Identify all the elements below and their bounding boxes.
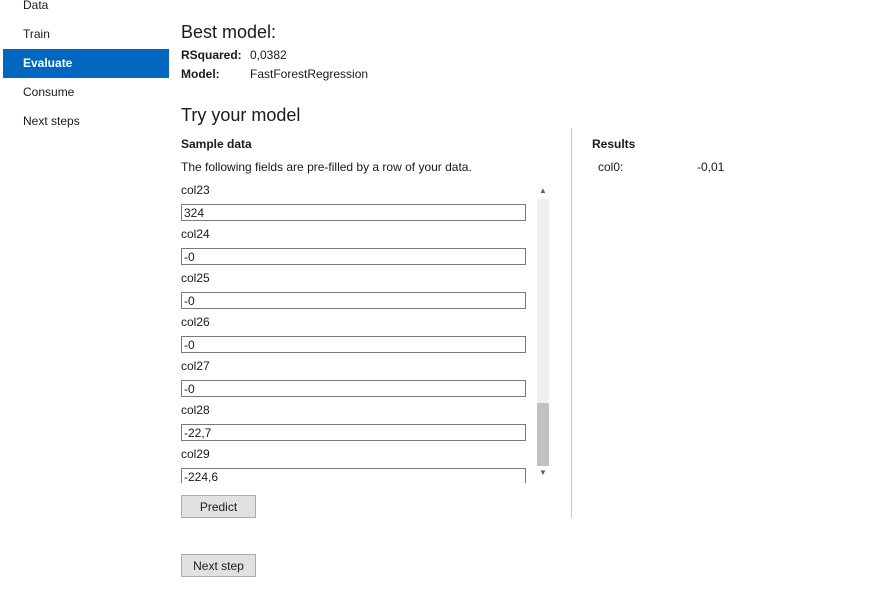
results-title: Results xyxy=(592,137,636,151)
sidebar-item-train[interactable]: Train xyxy=(3,20,169,49)
model-label: Model: xyxy=(181,67,220,81)
try-model-title: Try your model xyxy=(181,105,301,125)
sidebar-item-data[interactable]: Data xyxy=(3,0,169,20)
scroll-up-arrow-icon[interactable]: ▲ xyxy=(535,183,551,199)
field-label: col24 xyxy=(181,227,210,241)
sidebar-item-label: Train xyxy=(23,27,50,41)
sidebar-item-label: Data xyxy=(23,0,49,12)
rsquared-value: 0,0382 xyxy=(250,48,287,62)
sidebar-item-evaluate[interactable]: Evaluate xyxy=(3,49,169,78)
col29-input[interactable] xyxy=(181,468,526,483)
sidebar-item-next-steps[interactable]: Next steps xyxy=(3,107,169,136)
scroll-down-arrow-icon[interactable]: ▼ xyxy=(535,465,551,481)
field-label: col25 xyxy=(181,271,210,285)
fields-scrollbar[interactable]: ▲ ▼ xyxy=(535,181,551,483)
col27-input[interactable] xyxy=(181,380,526,397)
scroll-thumb[interactable] xyxy=(537,403,549,466)
col26-input[interactable] xyxy=(181,336,526,353)
sidebar-item-consume[interactable]: Consume xyxy=(3,78,169,107)
predict-button[interactable]: Predict xyxy=(181,495,256,518)
col28-input[interactable] xyxy=(181,424,526,441)
col23-input[interactable] xyxy=(181,204,526,221)
model-value: FastForestRegression xyxy=(250,67,369,81)
field-label: col29 xyxy=(181,447,210,461)
results-divider xyxy=(571,128,572,518)
field-label: col23 xyxy=(181,183,210,197)
col25-input[interactable] xyxy=(181,292,526,309)
next-step-button[interactable]: Next step xyxy=(181,554,256,577)
field-label: col27 xyxy=(181,359,210,373)
app-window: Data Train Evaluate Consume Next steps B… xyxy=(0,0,871,608)
col24-input[interactable] xyxy=(181,248,526,265)
sidebar-item-label: Next steps xyxy=(23,114,80,128)
sidebar-item-label: Consume xyxy=(23,85,75,99)
result-name: col0: xyxy=(598,160,624,174)
sidebar-item-label: Evaluate xyxy=(23,56,73,70)
sample-fields-list[interactable]: col23 col24 col25 col26 col27 col28 col2… xyxy=(181,181,551,483)
best-model-title: Best model: xyxy=(181,22,277,42)
sample-data-description: The following fields are pre-filled by a… xyxy=(181,160,472,174)
sidebar: Data Train Evaluate Consume Next steps xyxy=(0,0,170,608)
result-value: -0,01 xyxy=(697,160,725,174)
sample-data-label: Sample data xyxy=(181,137,252,151)
rsquared-label: RSquared: xyxy=(181,48,242,62)
field-label: col26 xyxy=(181,315,210,329)
field-label: col28 xyxy=(181,403,210,417)
